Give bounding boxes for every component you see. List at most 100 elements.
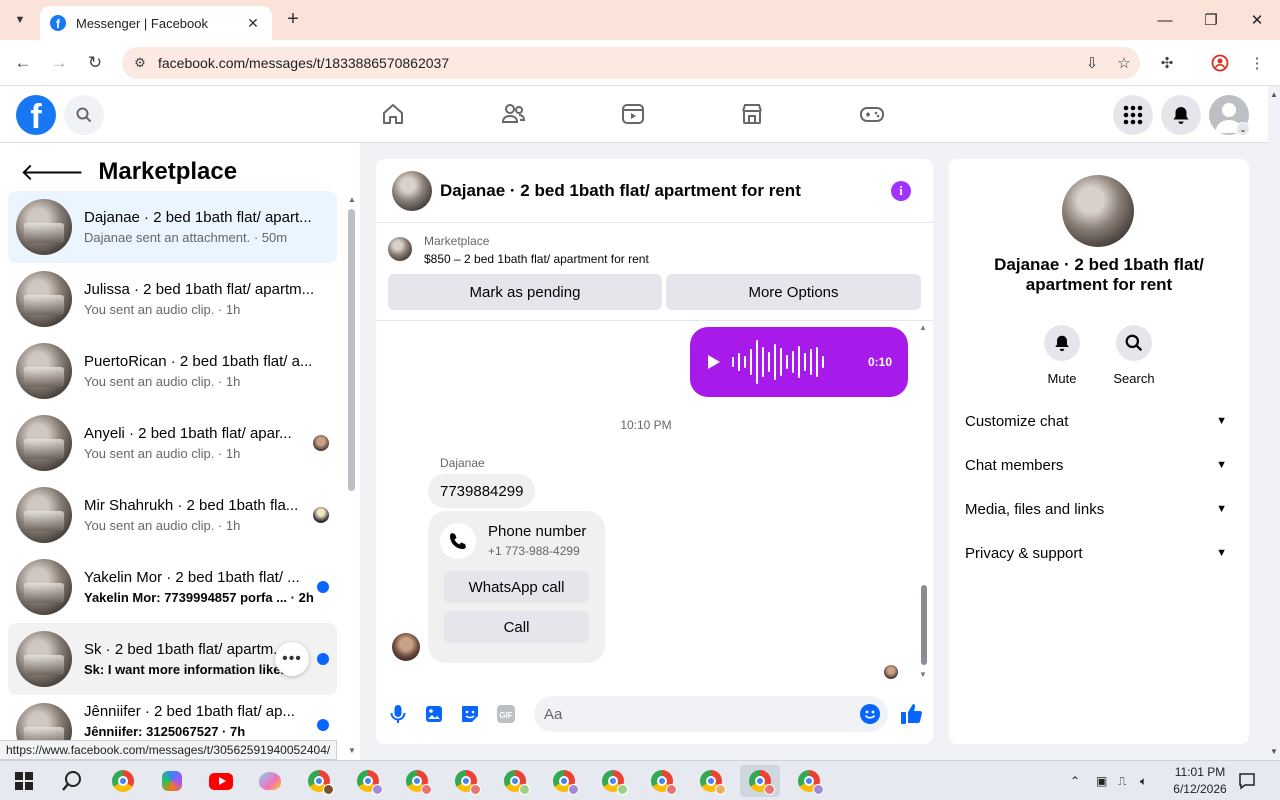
thumbs-up-icon[interactable]: [899, 701, 925, 727]
friends-icon[interactable]: [499, 100, 527, 128]
facebook-top-nav: f ⌄: [0, 86, 1268, 143]
conversation-item[interactable]: PuertoRican · 2 bed 1bath flat/ a... You…: [8, 335, 337, 407]
listing-price-title[interactable]: $850 – 2 bed 1bath flat/ apartment for r…: [424, 252, 649, 266]
marketplace-icon[interactable]: [738, 100, 766, 128]
play-icon[interactable]: [708, 355, 720, 369]
reload-icon[interactable]: ↻: [82, 50, 108, 76]
customize-chat-section[interactable]: Customize chat ▼: [957, 401, 1241, 441]
notification-center-icon[interactable]: [1238, 761, 1256, 800]
svg-text:GIF: GIF: [499, 711, 512, 720]
more-options-icon[interactable]: •••: [275, 642, 309, 676]
search-action[interactable]: Search: [1104, 325, 1164, 386]
new-tab-plus-icon[interactable]: +: [282, 8, 304, 32]
thread-scrollbar[interactable]: ▲ ▼: [919, 323, 929, 679]
restore-icon[interactable]: ❐: [1188, 6, 1234, 34]
bookmark-star-icon[interactable]: ☆: [1108, 54, 1140, 72]
sticker-icon[interactable]: [459, 703, 481, 725]
audio-message[interactable]: 0:10: [690, 327, 908, 397]
listing-thumbnail: [16, 343, 72, 399]
microphone-icon[interactable]: [387, 703, 409, 725]
privacy-support-section[interactable]: Privacy & support ▼: [957, 533, 1241, 573]
address-bar[interactable]: ⚙ facebook.com/messages/t/18338865708620…: [122, 47, 1140, 79]
extensions-puzzle-icon[interactable]: ✣: [1154, 50, 1180, 76]
info-icon[interactable]: i: [891, 181, 911, 201]
chrome-taskbar-icon[interactable]: [103, 765, 143, 797]
account-chevron-down-icon[interactable]: ⌄: [1236, 122, 1250, 136]
chat-members-section[interactable]: Chat members ▼: [957, 445, 1241, 485]
conversation-item[interactable]: Julissa · 2 bed 1bath flat/ apartm... Yo…: [8, 263, 337, 335]
chat-avatar[interactable]: [392, 170, 432, 211]
install-app-icon[interactable]: ⇩: [1076, 54, 1108, 72]
media-files-links-section[interactable]: Media, files and links ▼: [957, 489, 1241, 529]
menu-grid-icon[interactable]: [1113, 95, 1153, 135]
conversation-item[interactable]: Yakelin Mor · 2 bed 1bath flat/ ... Yake…: [8, 551, 337, 623]
chat-title[interactable]: Dajanae · 2 bed 1bath flat/ apartment fo…: [440, 181, 801, 201]
profile-icon[interactable]: [1207, 50, 1233, 76]
conversation-item[interactable]: Anyeli · 2 bed 1bath flat/ apar... You s…: [8, 407, 337, 479]
emoji-icon[interactable]: [860, 704, 880, 724]
system-clock[interactable]: 11:01 PM 6/12/2026: [1160, 764, 1240, 798]
message-input[interactable]: [534, 696, 888, 732]
show-hidden-icons-chevron-icon[interactable]: ⌃: [1070, 761, 1080, 800]
tab-search-chevron-icon[interactable]: ▼: [8, 8, 32, 32]
conversation-item[interactable]: Dajanae · 2 bed 1bath flat/ apart... Daj…: [8, 191, 337, 263]
whatsapp-call-button[interactable]: WhatsApp call: [444, 571, 589, 603]
search-icon[interactable]: [1116, 325, 1152, 361]
paint-app-icon[interactable]: [250, 765, 290, 797]
notifications-bell-icon[interactable]: [1161, 95, 1201, 135]
forward-arrow-icon[interactable]: →: [46, 50, 72, 76]
mute-action[interactable]: Mute: [1032, 325, 1092, 386]
back-arrow-icon[interactable]: ←: [10, 50, 36, 76]
bell-icon[interactable]: [1044, 325, 1080, 361]
windows-start-icon[interactable]: [4, 765, 44, 797]
facebook-logo-icon[interactable]: f: [16, 95, 56, 135]
chrome-profile-taskbar-icon[interactable]: [348, 765, 388, 797]
listing-thumbnail[interactable]: [388, 237, 412, 261]
conversation-list-scrollbar[interactable]: ▲ ▼: [347, 195, 356, 755]
sender-avatar[interactable]: [392, 633, 420, 661]
search-icon[interactable]: [52, 765, 92, 797]
gif-icon[interactable]: GIF: [495, 703, 517, 725]
browser-tab-messenger[interactable]: f Messenger | Facebook ✕: [40, 6, 272, 40]
close-tab-icon[interactable]: ✕: [244, 15, 262, 32]
conversation-item[interactable]: Sk · 2 bed 1bath flat/ apartm... Sk: I w…: [8, 623, 337, 695]
chrome-taskbar-icon[interactable]: [299, 765, 339, 797]
chrome-profile-taskbar-icon[interactable]: [495, 765, 535, 797]
photo-icon[interactable]: [423, 703, 445, 725]
volume-icon[interactable]: 🔈︎: [1140, 761, 1147, 800]
chrome-profile-taskbar-icon[interactable]: [544, 765, 584, 797]
chrome-profile-taskbar-icon[interactable]: [642, 765, 682, 797]
section-label: Customize chat: [965, 412, 1069, 430]
text-message[interactable]: 7739884299: [428, 474, 536, 508]
conversation-item[interactable]: Mir Shahrukh · 2 bed 1bath fla... You se…: [8, 479, 337, 551]
browser-menu-icon[interactable]: ⋮: [1244, 50, 1270, 76]
listing-avatar[interactable]: [1062, 175, 1134, 247]
seen-avatar: [313, 435, 329, 451]
conversation-title: Dajanae · 2 bed 1bath flat/ apart...: [84, 209, 312, 226]
marketplace-listing-bar: Marketplace $850 – 2 bed 1bath flat/ apa…: [376, 223, 933, 321]
site-settings-icon[interactable]: ⚙: [130, 55, 150, 71]
minimize-icon[interactable]: —: [1142, 6, 1188, 34]
conversation-title: Julissa · 2 bed 1bath flat/ apartm...: [84, 281, 315, 298]
search-icon[interactable]: [64, 95, 104, 135]
youtube-icon[interactable]: [201, 765, 241, 797]
chrome-profile-taskbar-icon[interactable]: [691, 765, 731, 797]
back-arrow-icon[interactable]: 🡐: [20, 157, 84, 187]
chrome-profile-taskbar-icon[interactable]: [397, 765, 437, 797]
usb-device-icon[interactable]: ▣: [1096, 761, 1107, 800]
home-icon[interactable]: [379, 100, 407, 128]
video-icon[interactable]: [619, 100, 647, 128]
network-icon[interactable]: ⎍: [1118, 761, 1126, 800]
chrome-profile-taskbar-icon[interactable]: [740, 765, 780, 797]
chrome-profile-taskbar-icon[interactable]: [593, 765, 633, 797]
chrome-profile-taskbar-icon[interactable]: [446, 765, 486, 797]
mark-as-pending-button[interactable]: Mark as pending: [388, 274, 662, 310]
more-options-button[interactable]: More Options: [666, 274, 921, 310]
chrome-profile-taskbar-icon[interactable]: [789, 765, 829, 797]
url-text[interactable]: facebook.com/messages/t/1833886570862037: [158, 55, 1076, 71]
page-scrollbar[interactable]: ▲ ▼: [1268, 86, 1280, 760]
gaming-icon[interactable]: [858, 100, 886, 128]
close-window-icon[interactable]: ✕: [1234, 6, 1280, 34]
call-button[interactable]: Call: [444, 611, 589, 643]
copilot-icon[interactable]: [152, 765, 192, 797]
